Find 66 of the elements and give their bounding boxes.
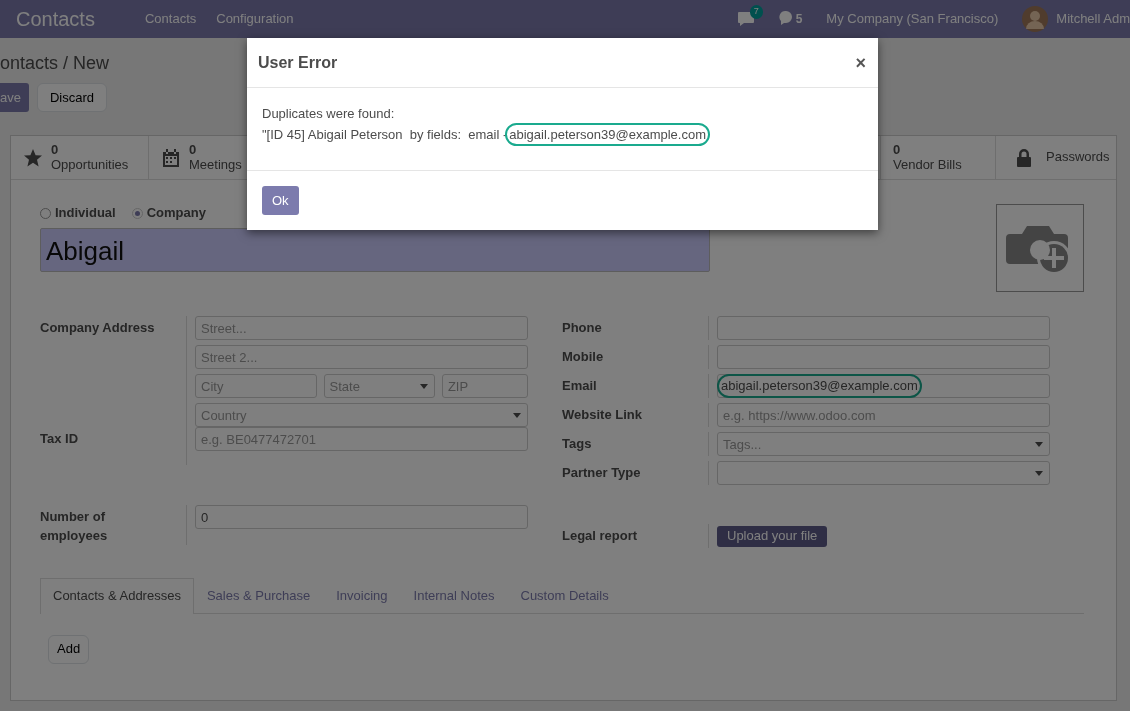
field-value: abigail.peterson39@example.com: [717, 374, 922, 398]
app-title[interactable]: Contacts: [16, 4, 95, 34]
image-placeholder[interactable]: [996, 204, 1084, 292]
upload-button[interactable]: Upload your file: [717, 525, 828, 547]
field-label: Partner Type: [562, 464, 642, 482]
input-field[interactable]: abigail.peterson39@example.com: [717, 374, 1050, 398]
input-field[interactable]: 0: [195, 505, 528, 529]
field-label: Tags: [562, 435, 593, 453]
input-field[interactable]: [717, 345, 1050, 369]
radio-button[interactable]: [131, 207, 143, 219]
tab[interactable]: Custom Details: [507, 578, 622, 613]
menu-item[interactable]: Contacts: [144, 9, 197, 29]
caret-icon: [1035, 442, 1043, 447]
message-text: "[ID 45] Abigail Peterson by fields: email -: [262, 126, 508, 144]
field-label: Tax ID: [40, 430, 80, 448]
stat-button[interactable]: Passwords: [996, 136, 1116, 179]
stat-button[interactable]: 0 Opportunities: [11, 136, 149, 179]
lock-icon: [1016, 147, 1032, 168]
activity-count: 5: [795, 11, 803, 28]
save-button[interactable]: ave: [0, 83, 29, 112]
tab[interactable]: Contacts & Addresses: [40, 578, 194, 614]
stat-button[interactable]: 0 Vendor Bills: [880, 136, 996, 179]
dialog-title: User Error: [258, 53, 339, 73]
name-field[interactable]: Abigail: [40, 228, 710, 272]
discard-button[interactable]: Discard: [36, 83, 108, 112]
avatar: [1022, 6, 1049, 32]
dropdown-field[interactable]: [717, 461, 1050, 485]
field-label: Company Address: [40, 319, 156, 337]
calendar-icon: [161, 147, 181, 168]
radio-label: Individual: [55, 204, 116, 223]
close-button[interactable]: ×: [855, 54, 866, 72]
user-name[interactable]: Mitchell Adm: [1056, 9, 1130, 29]
message-text: Duplicates were found:: [262, 105, 395, 123]
stat-count: 0: [893, 143, 902, 158]
chat-icon: [736, 11, 755, 27]
caret-icon: [513, 413, 521, 418]
caret-icon: [419, 384, 428, 389]
field-label: Email: [562, 377, 598, 395]
highlighted-email: abigail.peterson39@example.com: [505, 123, 710, 146]
message-count: 7: [749, 5, 763, 19]
caret-icon: [1035, 471, 1043, 476]
stat-label: Opportunities: [51, 157, 129, 172]
ok-button[interactable]: Ok: [262, 186, 299, 215]
stat-count: 0: [189, 143, 198, 158]
field-label: Website Link: [562, 406, 643, 424]
field-label: Phone: [562, 319, 603, 337]
breadcrumb: ontacts / New: [0, 52, 110, 74]
field-label: Mobile: [562, 348, 605, 366]
stat-label: Passwords: [1046, 150, 1110, 165]
radio-label: Company: [146, 204, 206, 223]
speech-bubble-icon: [778, 10, 793, 26]
field-label: Legal report: [562, 527, 639, 545]
tab[interactable]: Invoicing: [323, 578, 401, 613]
stat-count: 0: [51, 143, 60, 158]
stat-label: Meetings: [189, 157, 242, 172]
field-label: Number of employees: [40, 508, 109, 545]
stat-label: Vendor Bills: [893, 157, 962, 172]
tab[interactable]: Internal Notes: [400, 578, 508, 613]
company-switcher[interactable]: My Company (San Francisco): [826, 9, 999, 29]
radio-button[interactable]: [40, 207, 51, 219]
stat-button[interactable]: 0 Meetings: [149, 136, 245, 179]
input-field[interactable]: [717, 316, 1050, 340]
menu-item[interactable]: Configuration: [216, 9, 294, 29]
star-icon: [23, 147, 43, 168]
tab[interactable]: Sales & Purchase: [193, 578, 324, 613]
add-button[interactable]: Add: [48, 634, 90, 664]
